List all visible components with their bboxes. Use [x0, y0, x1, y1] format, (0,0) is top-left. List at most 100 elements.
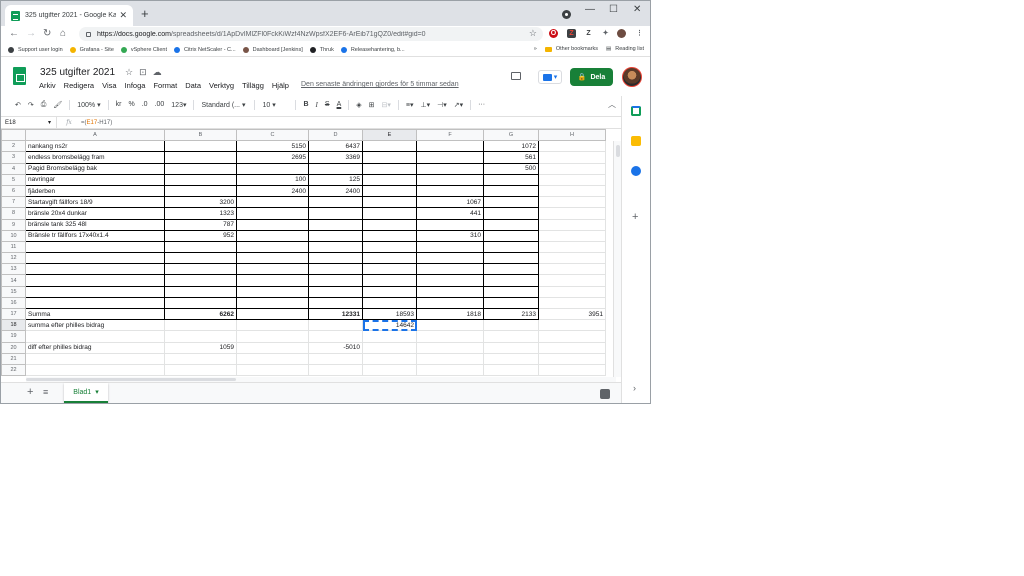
close-window-icon[interactable]: ✕	[633, 4, 641, 15]
cell-f19[interactable]	[416, 330, 484, 343]
cell-c17[interactable]	[236, 307, 309, 321]
cell-e4[interactable]	[362, 162, 417, 175]
horizontal-scroll-thumb[interactable]	[26, 378, 236, 381]
cell-g16[interactable]	[483, 296, 539, 310]
vertical-scroll-thumb[interactable]	[616, 145, 620, 157]
cell-d3[interactable]: 3369	[308, 151, 363, 164]
row-header[interactable]: 13	[1, 263, 26, 276]
cell-h13[interactable]	[538, 263, 606, 276]
cell-b2[interactable]	[164, 140, 237, 153]
record-icon[interactable]	[562, 10, 571, 19]
cell-f10[interactable]: 310	[416, 229, 484, 242]
cell-h7[interactable]	[538, 196, 606, 209]
cell-d4[interactable]	[308, 162, 363, 175]
row-header[interactable]: 9	[1, 218, 26, 231]
cell-b19[interactable]	[164, 330, 237, 343]
cell-c22[interactable]	[236, 363, 309, 377]
cell-b4[interactable]	[164, 162, 237, 175]
menu-item[interactable]: Redigera	[64, 81, 94, 90]
text-color-button[interactable]: A	[337, 101, 342, 108]
text-wrap-icon[interactable]: ⊣▾	[437, 101, 447, 109]
cell-c11[interactable]	[236, 240, 309, 254]
cell-c6[interactable]: 2400	[236, 184, 309, 198]
row-header[interactable]: 16	[1, 296, 26, 310]
cell-d2[interactable]: 6437	[308, 140, 363, 153]
cell-h2[interactable]	[538, 140, 606, 153]
cell-e6[interactable]	[362, 184, 417, 198]
vertical-align-icon[interactable]: ⊥▾	[421, 101, 431, 109]
cell-a10[interactable]: Bränsle tr fällfors 17x40x1.4	[25, 229, 165, 242]
currency-button[interactable]: kr	[116, 101, 122, 108]
cell-a4[interactable]: Pagid Bromsbelägg bak	[25, 162, 165, 175]
forward-icon[interactable]: →	[26, 27, 36, 41]
bookmark-item[interactable]: Citrix NetScaler - C...	[173, 46, 236, 53]
cell-d19[interactable]	[308, 330, 363, 343]
cell-b7[interactable]: 3200	[164, 196, 237, 209]
borders-icon[interactable]: ⊞	[369, 101, 375, 109]
more-formats-button[interactable]: 123▾	[171, 101, 186, 109]
font-size-select[interactable]: 10 ▾	[262, 101, 288, 109]
cell-a19[interactable]	[25, 330, 165, 343]
cell-g11[interactable]	[483, 240, 539, 254]
cell-d17[interactable]: 12331	[308, 307, 363, 321]
reading-list[interactable]: Reading list	[615, 46, 644, 52]
bookmark-item[interactable]: Dashboard [Jenkins]	[242, 46, 303, 53]
new-tab-icon[interactable]: +	[141, 7, 149, 20]
cell-h3[interactable]	[538, 151, 606, 164]
minimize-icon[interactable]: —	[585, 4, 595, 15]
row-header[interactable]: 8	[1, 207, 26, 220]
cell-g19[interactable]	[483, 330, 539, 343]
collapse-menus-icon[interactable]: ︿	[608, 99, 616, 110]
cell-a7[interactable]: Startavgift fällfors 18/9	[25, 196, 165, 209]
maximize-icon[interactable]: ☐	[609, 4, 618, 15]
redo-icon[interactable]: ↷	[28, 101, 34, 109]
cell-e18[interactable]: 14642	[362, 319, 417, 332]
italic-button[interactable]: I	[316, 101, 318, 109]
cell-d10[interactable]	[308, 229, 363, 242]
cell-g12[interactable]	[483, 252, 539, 265]
cell-f17[interactable]: 1818	[416, 307, 484, 321]
cell-e13[interactable]	[362, 263, 417, 276]
column-header[interactable]: H	[538, 129, 606, 142]
menu-item[interactable]: Data	[185, 81, 201, 90]
cell-f7[interactable]: 1067	[416, 196, 484, 209]
row-header[interactable]: 20	[1, 341, 26, 354]
column-header[interactable]: B	[164, 129, 237, 142]
cell-e10[interactable]	[362, 229, 417, 242]
cell-c21[interactable]	[236, 352, 309, 365]
profile-icon[interactable]	[617, 29, 626, 38]
cell-c4[interactable]	[236, 162, 309, 175]
cell-e8[interactable]	[362, 207, 417, 220]
cell-f16[interactable]	[416, 296, 484, 310]
row-header[interactable]: 14	[1, 274, 26, 287]
bookmark-item[interactable]: Support user login	[8, 46, 63, 53]
cell-f8[interactable]: 441	[416, 207, 484, 220]
cell-a5[interactable]: navringar	[25, 173, 165, 186]
cell-d12[interactable]	[308, 252, 363, 265]
cell-c7[interactable]	[236, 196, 309, 209]
cell-e17[interactable]: 18593	[362, 307, 417, 321]
cell-f11[interactable]	[416, 240, 484, 254]
menu-item[interactable]: Infoga	[125, 81, 146, 90]
cell-h11[interactable]	[538, 240, 606, 254]
cell-e14[interactable]	[362, 274, 417, 287]
cell-h20[interactable]	[538, 341, 606, 354]
cell-d16[interactable]	[308, 296, 363, 310]
cell-f5[interactable]	[416, 173, 484, 186]
row-header[interactable]: 3	[1, 151, 26, 164]
cell-b10[interactable]: 952	[164, 229, 237, 242]
cell-b5[interactable]	[164, 173, 237, 186]
cell-g4[interactable]: 500	[483, 162, 539, 175]
column-header[interactable]: G	[483, 129, 539, 142]
fill-color-icon[interactable]: ◈	[356, 101, 361, 109]
cell-h16[interactable]	[538, 296, 606, 310]
row-header[interactable]: 4	[1, 162, 26, 175]
vertical-scrollbar[interactable]	[613, 141, 621, 377]
menu-item[interactable]: Verktyg	[209, 81, 234, 90]
cells-table[interactable]: ABCDEFGH 2 nankang ns2r 5150 6437 1072 3 endle…	[1, 129, 606, 377]
cell-e5[interactable]	[362, 173, 417, 186]
paint-format-icon[interactable]: 🖌	[53, 101, 62, 109]
star-icon[interactable]: ☆	[125, 67, 139, 77]
cell-g5[interactable]	[483, 173, 539, 186]
doc-title[interactable]: 325 utgifter 2021	[40, 67, 115, 78]
